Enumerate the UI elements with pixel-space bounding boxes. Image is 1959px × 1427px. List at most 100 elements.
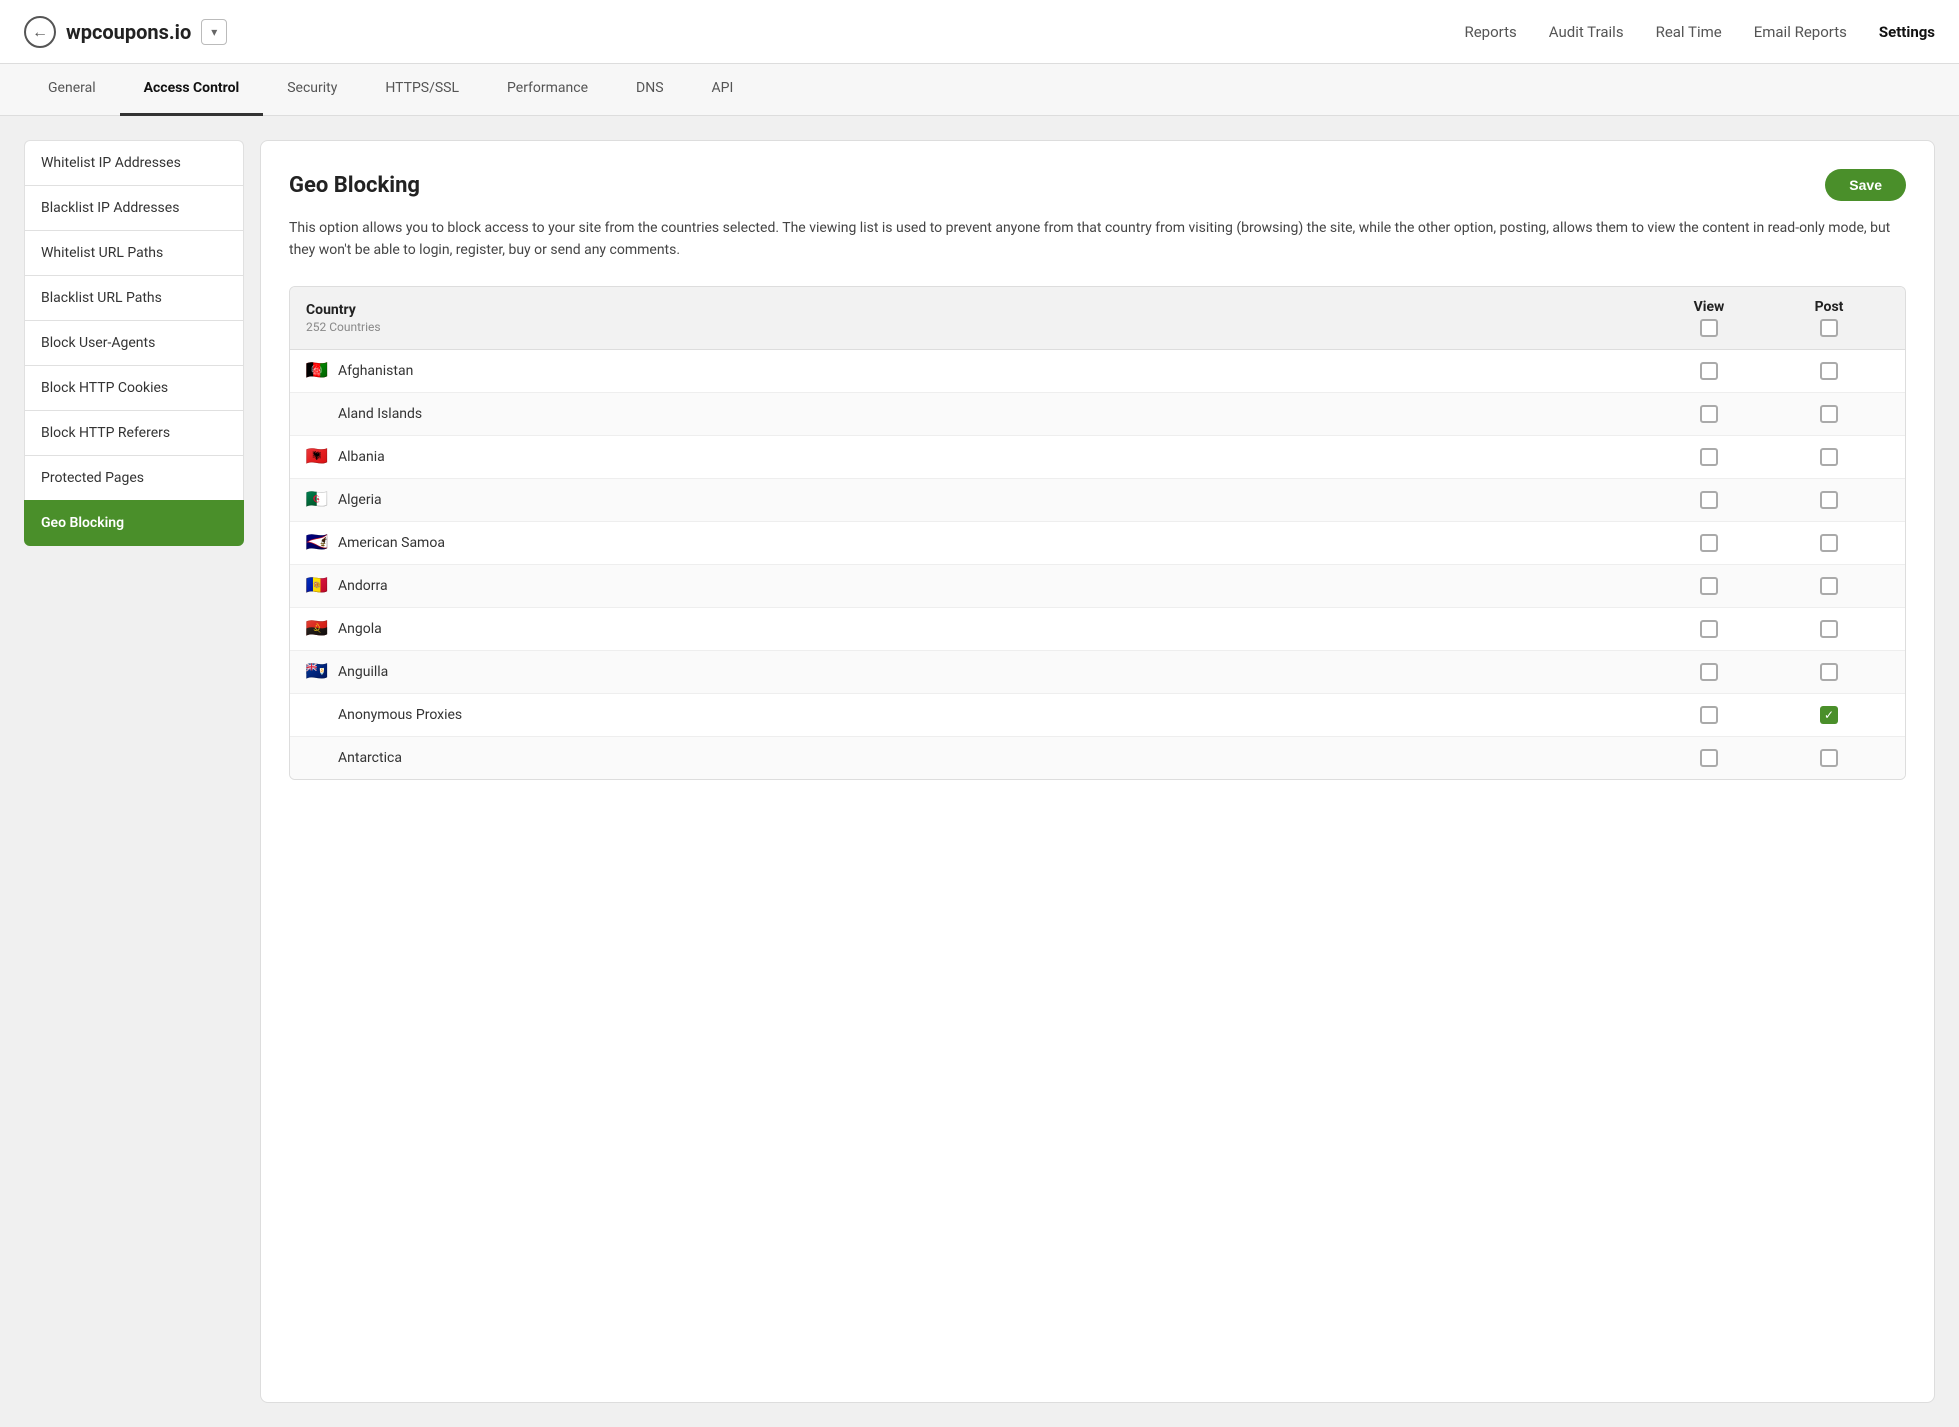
sidebar-item-blacklist-url[interactable]: Blacklist URL Paths xyxy=(24,275,244,320)
table-row: 🇦🇩 Andorra xyxy=(290,565,1905,608)
content-header: Geo Blocking Save xyxy=(289,169,1906,201)
post-check-anonymous-proxies[interactable]: ✓ xyxy=(1769,706,1889,724)
post-check-american-samoa[interactable] xyxy=(1769,534,1889,552)
save-button[interactable]: Save xyxy=(1825,169,1906,201)
post-checkbox-checked[interactable]: ✓ xyxy=(1820,706,1838,724)
view-check-anonymous-proxies[interactable] xyxy=(1649,706,1769,724)
view-checkbox[interactable] xyxy=(1700,706,1718,724)
view-check-andorra[interactable] xyxy=(1649,577,1769,595)
nav-email-reports[interactable]: Email Reports xyxy=(1754,23,1847,41)
flag-icon: 🇦🇱 xyxy=(306,449,328,465)
sidebar-item-whitelist-ip[interactable]: Whitelist IP Addresses xyxy=(24,140,244,185)
post-checkbox[interactable] xyxy=(1820,663,1838,681)
flag-icon: 🇩🇿 xyxy=(306,492,328,508)
country-cell: 🇦🇱 Albania xyxy=(306,449,1649,465)
post-column-header: Post xyxy=(1769,299,1889,337)
country-cell: 🇦🇴 Angola xyxy=(306,621,1649,637)
post-check-antarctica[interactable] xyxy=(1769,749,1889,767)
post-checkbox[interactable] xyxy=(1820,620,1838,638)
view-checkbox[interactable] xyxy=(1700,577,1718,595)
top-nav-links: Reports Audit Trails Real Time Email Rep… xyxy=(1464,23,1935,41)
country-name: Anonymous Proxies xyxy=(338,707,462,723)
view-checkbox[interactable] xyxy=(1700,448,1718,466)
post-check-andorra[interactable] xyxy=(1769,577,1889,595)
post-check-afghanistan[interactable] xyxy=(1769,362,1889,380)
view-checkbox[interactable] xyxy=(1700,362,1718,380)
flag-icon: 🇦🇴 xyxy=(306,621,328,637)
sidebar-item-protected-pages[interactable]: Protected Pages xyxy=(24,455,244,500)
country-name: American Samoa xyxy=(338,535,445,551)
post-checkbox[interactable] xyxy=(1820,577,1838,595)
view-checkbox[interactable] xyxy=(1700,534,1718,552)
country-cell: Antarctica xyxy=(306,750,1649,766)
site-dropdown-button[interactable]: ▾ xyxy=(201,19,227,45)
back-button[interactable]: ← xyxy=(24,16,56,48)
view-checkbox[interactable] xyxy=(1700,620,1718,638)
post-all-checkbox[interactable] xyxy=(1820,319,1838,337)
country-name: Angola xyxy=(338,621,382,637)
post-checkbox[interactable] xyxy=(1820,405,1838,423)
country-name: Aland Islands xyxy=(338,406,422,422)
view-checkbox[interactable] xyxy=(1700,749,1718,767)
country-cell: 🇦🇩 Andorra xyxy=(306,578,1649,594)
tab-performance[interactable]: Performance xyxy=(483,64,612,116)
tab-dns[interactable]: DNS xyxy=(612,64,688,116)
view-check-algeria[interactable] xyxy=(1649,491,1769,509)
flag-icon: 🇦🇫 xyxy=(306,363,328,379)
nav-reports[interactable]: Reports xyxy=(1464,23,1516,41)
view-check-american-samoa[interactable] xyxy=(1649,534,1769,552)
post-check-anguilla[interactable] xyxy=(1769,663,1889,681)
sidebar-item-block-user-agents[interactable]: Block User-Agents xyxy=(24,320,244,365)
table-header: Country 252 Countries View Post xyxy=(290,287,1905,350)
view-all-checkbox[interactable] xyxy=(1700,319,1718,337)
view-check-antarctica[interactable] xyxy=(1649,749,1769,767)
flag-icon: 🇦🇸 xyxy=(306,535,328,551)
view-column-header: View xyxy=(1649,299,1769,337)
view-check-aland[interactable] xyxy=(1649,405,1769,423)
nav-audit-trails[interactable]: Audit Trails xyxy=(1549,23,1624,41)
tab-security[interactable]: Security xyxy=(263,64,361,116)
view-check-albania[interactable] xyxy=(1649,448,1769,466)
nav-real-time[interactable]: Real Time xyxy=(1656,23,1722,41)
post-checkbox[interactable] xyxy=(1820,448,1838,466)
post-check-aland[interactable] xyxy=(1769,405,1889,423)
post-check-angola[interactable] xyxy=(1769,620,1889,638)
sidebar-item-geo-blocking[interactable]: Geo Blocking xyxy=(24,500,244,546)
flag-icon: 🇦🇮 xyxy=(306,664,328,680)
sidebar-item-block-http-cookies[interactable]: Block HTTP Cookies xyxy=(24,365,244,410)
sidebar-item-blacklist-ip[interactable]: Blacklist IP Addresses xyxy=(24,185,244,230)
country-table: Country 252 Countries View Post xyxy=(289,286,1906,780)
sidebar-item-whitelist-url[interactable]: Whitelist URL Paths xyxy=(24,230,244,275)
table-row: 🇦🇫 Afghanistan xyxy=(290,350,1905,393)
country-name: Anguilla xyxy=(338,664,388,680)
flag-icon: 🇦🇩 xyxy=(306,578,328,594)
post-checkbox[interactable] xyxy=(1820,534,1838,552)
post-checkbox[interactable] xyxy=(1820,491,1838,509)
country-name: Antarctica xyxy=(338,750,402,766)
tab-api[interactable]: API xyxy=(688,64,758,116)
tab-general[interactable]: General xyxy=(24,64,120,116)
view-check-anguilla[interactable] xyxy=(1649,663,1769,681)
tab-bar: General Access Control Security HTTPS/SS… xyxy=(0,64,1959,116)
site-branding: ← wpcoupons.io ▾ xyxy=(24,16,227,48)
tab-access-control[interactable]: Access Control xyxy=(120,64,264,116)
sidebar: Whitelist IP Addresses Blacklist IP Addr… xyxy=(24,140,244,1403)
post-check-algeria[interactable] xyxy=(1769,491,1889,509)
top-navigation: ← wpcoupons.io ▾ Reports Audit Trails Re… xyxy=(0,0,1959,64)
view-checkbox[interactable] xyxy=(1700,491,1718,509)
post-checkbox[interactable] xyxy=(1820,749,1838,767)
table-row: 🇦🇱 Albania xyxy=(290,436,1905,479)
post-check-albania[interactable] xyxy=(1769,448,1889,466)
view-checkbox[interactable] xyxy=(1700,405,1718,423)
country-cell: Anonymous Proxies xyxy=(306,707,1649,723)
view-check-afghanistan[interactable] xyxy=(1649,362,1769,380)
table-row: 🇦🇸 American Samoa xyxy=(290,522,1905,565)
view-checkbox[interactable] xyxy=(1700,663,1718,681)
tab-https-ssl[interactable]: HTTPS/SSL xyxy=(361,64,483,116)
post-checkbox[interactable] xyxy=(1820,362,1838,380)
view-check-angola[interactable] xyxy=(1649,620,1769,638)
nav-settings[interactable]: Settings xyxy=(1879,23,1935,41)
sidebar-item-block-http-referers[interactable]: Block HTTP Referers xyxy=(24,410,244,455)
chevron-down-icon: ▾ xyxy=(211,25,217,39)
country-name: Algeria xyxy=(338,492,382,508)
